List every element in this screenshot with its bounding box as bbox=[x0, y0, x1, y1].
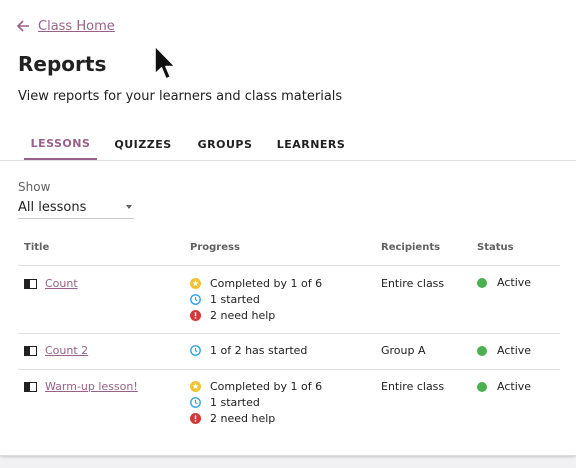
show-filter-value: All lessons bbox=[18, 200, 87, 215]
class-home-link[interactable]: Class Home bbox=[16, 16, 115, 36]
tab-groups[interactable]: GROUPS bbox=[192, 128, 258, 160]
help-icon bbox=[190, 309, 201, 321]
tab-lessons[interactable]: LESSONS bbox=[24, 128, 97, 160]
status-dot-icon bbox=[477, 381, 487, 392]
status-text: Active bbox=[497, 380, 532, 393]
lesson-title-link[interactable]: Warm-up lesson! bbox=[45, 380, 138, 393]
column-header-title: Title bbox=[24, 242, 50, 253]
lesson-icon bbox=[24, 382, 37, 392]
table-header: Title Progress Recipients Status bbox=[18, 232, 560, 266]
status-dot-icon bbox=[477, 277, 487, 288]
clock-icon bbox=[190, 344, 201, 356]
show-filter-label: Show bbox=[18, 180, 51, 194]
show-filter-select[interactable]: All lessons bbox=[18, 197, 134, 219]
star-icon bbox=[190, 277, 201, 289]
class-home-label[interactable]: Class Home bbox=[38, 19, 115, 34]
status-dot-icon bbox=[477, 345, 487, 356]
progress-text: 1 started bbox=[210, 292, 260, 306]
clock-icon bbox=[190, 396, 201, 408]
progress-started: 1 of 2 has started bbox=[190, 342, 307, 358]
report-tabs: LESSONS QUIZZES GROUPS LEARNERS bbox=[0, 128, 576, 161]
lesson-title-link[interactable]: Count bbox=[45, 277, 78, 290]
column-header-recipients: Recipients bbox=[381, 242, 441, 253]
status-text: Active bbox=[497, 276, 532, 289]
reports-card: Class Home Reports View reports for your… bbox=[0, 0, 576, 456]
status-badge: Active bbox=[477, 276, 531, 289]
recipients-value: Entire class bbox=[381, 277, 445, 290]
column-header-status: Status bbox=[477, 242, 514, 253]
clock-icon bbox=[190, 293, 201, 305]
lesson-icon bbox=[24, 346, 37, 356]
table-row: Count Completed by 1 of 6 1 started 2 ne… bbox=[18, 266, 560, 334]
progress-text: Completed by 1 of 6 bbox=[210, 276, 323, 290]
table-row: Count 2 1 of 2 has started Group A Activ… bbox=[18, 334, 560, 370]
lesson-icon bbox=[24, 279, 37, 289]
progress-text: 2 need help bbox=[210, 411, 276, 425]
progress-text: 1 started bbox=[210, 395, 260, 409]
help-icon bbox=[190, 412, 201, 424]
page-title: Reports bbox=[18, 52, 107, 76]
progress-started: 1 started bbox=[190, 291, 260, 307]
status-badge: Active bbox=[477, 380, 531, 393]
progress-text: Completed by 1 of 6 bbox=[210, 379, 323, 393]
dropdown-caret-icon bbox=[126, 205, 132, 209]
progress-help: 2 need help bbox=[190, 410, 275, 426]
progress-started: 1 started bbox=[190, 394, 260, 410]
progress-help: 2 need help bbox=[190, 307, 275, 323]
tab-quizzes[interactable]: QUIZZES bbox=[110, 128, 176, 160]
lessons-table: Title Progress Recipients Status Count C… bbox=[18, 232, 560, 440]
column-header-progress: Progress bbox=[190, 242, 240, 253]
table-row: Warm-up lesson! Completed by 1 of 6 1 st… bbox=[18, 370, 560, 440]
recipients-value: Entire class bbox=[381, 380, 445, 393]
recipients-value: Group A bbox=[381, 344, 426, 357]
arrow-back-icon bbox=[16, 20, 29, 32]
progress-completed: Completed by 1 of 6 bbox=[190, 378, 322, 394]
page-subtitle: View reports for your learners and class… bbox=[18, 89, 343, 104]
lesson-title-link[interactable]: Count 2 bbox=[45, 344, 88, 357]
status-badge: Active bbox=[477, 344, 531, 357]
status-text: Active bbox=[497, 344, 532, 357]
mouse-cursor-icon bbox=[154, 45, 176, 80]
progress-text: 2 need help bbox=[210, 308, 276, 322]
progress-completed: Completed by 1 of 6 bbox=[190, 275, 322, 291]
star-icon bbox=[190, 380, 201, 392]
tab-learners[interactable]: LEARNERS bbox=[274, 128, 348, 160]
progress-text: 1 of 2 has started bbox=[210, 343, 308, 357]
